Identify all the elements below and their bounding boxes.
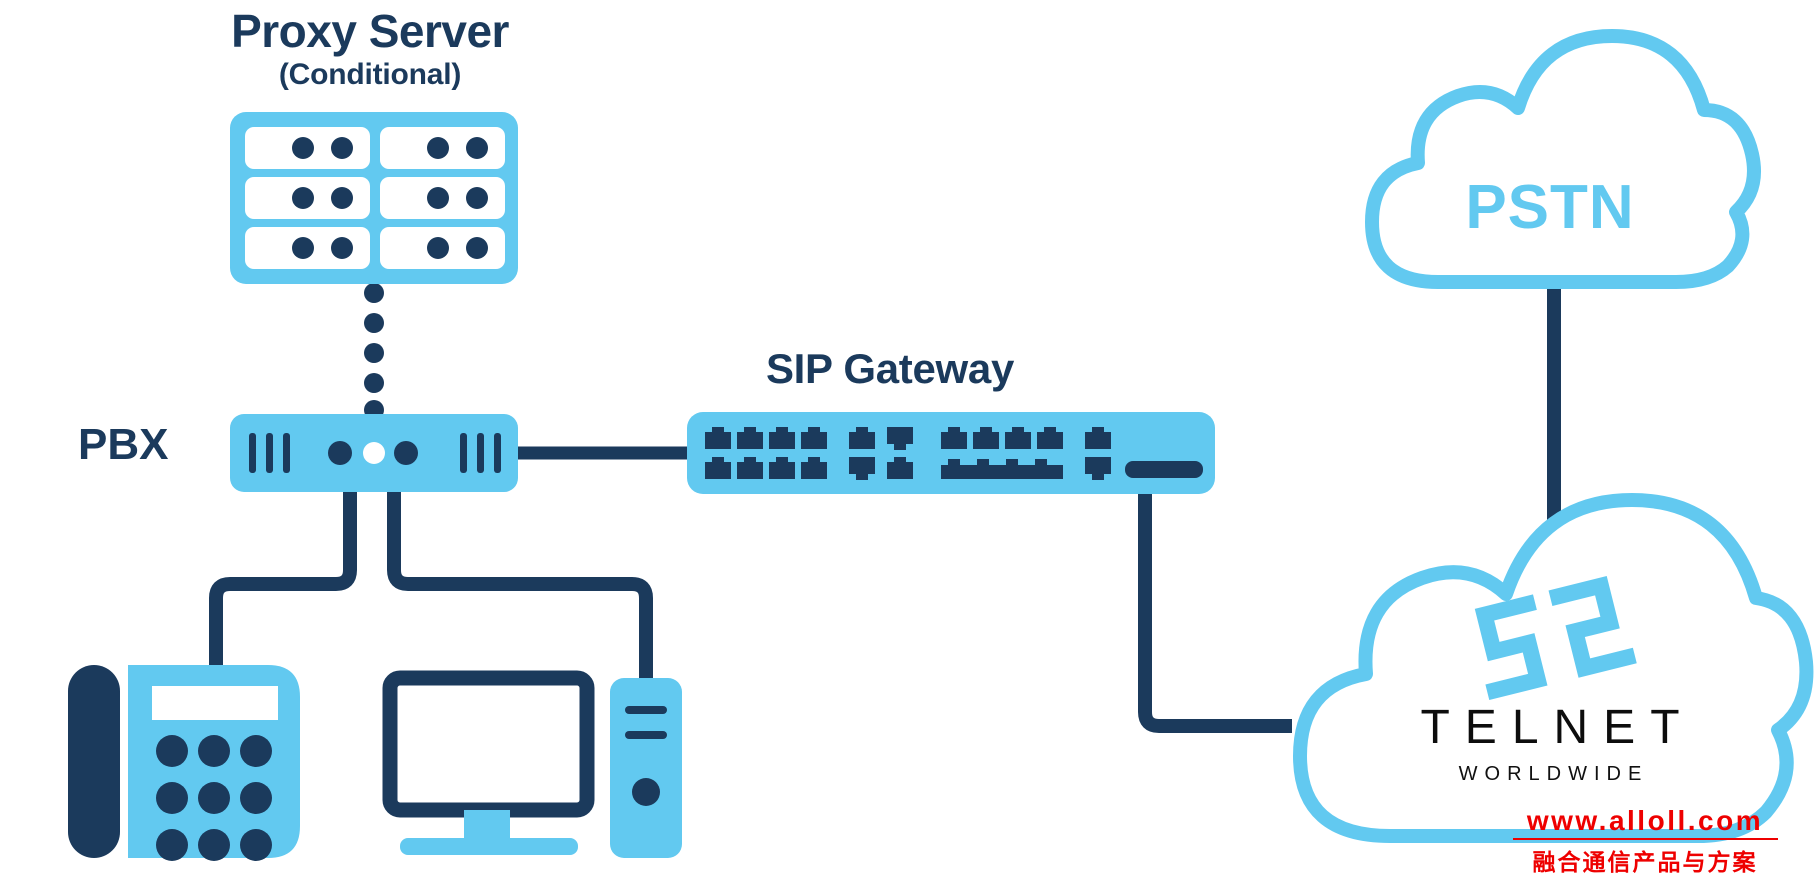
proxy-bay [245, 177, 370, 219]
connector-pbx-to-ip-phone [209, 486, 357, 668]
telnet-wordmark-sub: WORLDWIDE [1458, 763, 1649, 785]
gateway-console-bar [1125, 461, 1203, 478]
phone-keypad[interactable] [156, 735, 272, 861]
connector-pbx-to-computer [387, 486, 653, 680]
connector-proxy-to-pbx [364, 283, 384, 420]
phone-display [152, 686, 278, 720]
connector-sip-gateway-to-telnet [1138, 488, 1292, 733]
telnet-wordmark: TELNET [1420, 701, 1695, 754]
watermark-tagline: 融合通信产品与方案 [1532, 849, 1758, 875]
watermark-url: www.alloll.com [1526, 805, 1764, 836]
pbx-vent-left [249, 433, 290, 473]
pstn-cloud-outline [1365, 29, 1761, 289]
tower-slot [625, 706, 667, 714]
sip-gateway-label: SIP Gateway [765, 345, 1015, 392]
proxy-bay [380, 127, 505, 169]
power-button-icon[interactable] [632, 778, 660, 806]
node-sip-gateway[interactable] [687, 412, 1215, 494]
proxy-bay [380, 177, 505, 219]
node-proxy-server[interactable] [230, 112, 518, 284]
tower-slot [625, 731, 667, 739]
monitor-neck [464, 810, 510, 840]
computer-tower [610, 678, 682, 858]
proxy-bay [380, 227, 505, 269]
watermark-divider [1513, 838, 1778, 840]
monitor-screen [382, 670, 595, 818]
pstn-label: PSTN [1465, 173, 1635, 242]
node-ip-phone[interactable] [68, 665, 300, 861]
node-pbx[interactable] [230, 414, 518, 492]
node-desktop-computer[interactable] [382, 670, 682, 858]
proxy-bay [245, 227, 370, 269]
pbx-indicators [328, 441, 418, 465]
pbx-label: PBX [78, 420, 169, 469]
node-pstn-cloud[interactable] [1365, 29, 1761, 289]
proxy-server-title: Proxy Server [231, 5, 509, 57]
monitor-base [400, 838, 578, 855]
phone-handset-icon [68, 665, 120, 858]
proxy-server-subtitle: (Conditional) [278, 58, 462, 91]
proxy-bay [245, 127, 370, 169]
network-diagram: Proxy Server (Conditional) PBX SIP Gatew… [0, 0, 1820, 888]
pbx-vent-right [460, 433, 501, 473]
